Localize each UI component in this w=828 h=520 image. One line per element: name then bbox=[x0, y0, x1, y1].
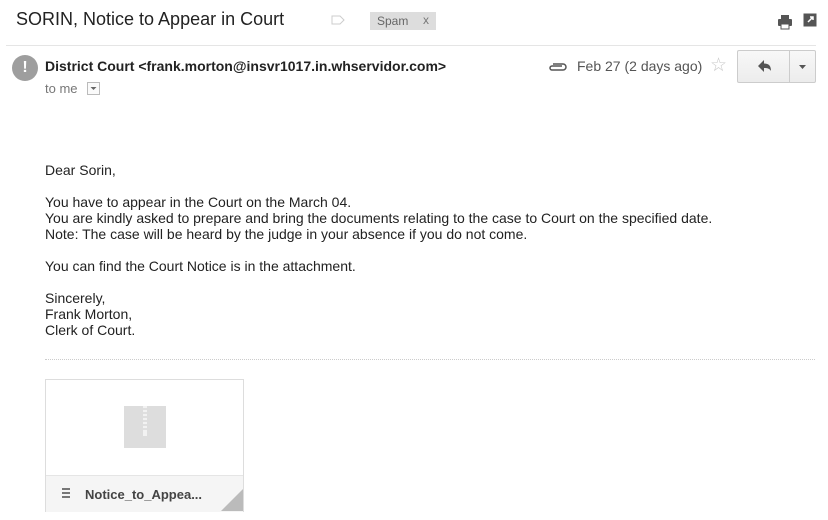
zip-file-icon bbox=[124, 406, 166, 448]
attachment-card[interactable]: Notice_to_Appea... bbox=[45, 379, 244, 512]
greeting-line: Dear Sorin, bbox=[45, 162, 116, 178]
recipient-text: to me bbox=[45, 81, 78, 96]
paperclip-icon bbox=[549, 63, 567, 71]
spam-label-chip: Spam x bbox=[370, 12, 436, 30]
remove-spam-label-button[interactable]: x bbox=[423, 13, 429, 27]
signature-line-3: Clerk of Court. bbox=[45, 322, 136, 338]
body-line-2: You are kindly asked to prepare and brin… bbox=[45, 210, 713, 226]
signature-line-1: Sincerely, bbox=[45, 290, 106, 306]
sender-name[interactable]: District Court <frank.morton@insvr1017.i… bbox=[45, 58, 446, 74]
attachments-divider bbox=[45, 359, 815, 360]
attachment-note-line: You can find the Court Notice is in the … bbox=[45, 258, 356, 274]
body-line-3: Note: The case will be heard by the judg… bbox=[45, 226, 528, 242]
label-tag-icon[interactable] bbox=[331, 15, 345, 25]
body-line-1: You have to appear in the Court on the M… bbox=[45, 194, 352, 210]
chevron-down-icon bbox=[799, 65, 806, 69]
signature-line-2: Frank Morton, bbox=[45, 306, 133, 322]
print-icon[interactable] bbox=[777, 14, 793, 30]
email-date: Feb 27 (2 days ago) bbox=[577, 58, 703, 74]
attachment-corner-fold bbox=[221, 489, 243, 511]
reply-button[interactable] bbox=[737, 50, 790, 83]
zip-type-icon bbox=[62, 488, 70, 498]
reply-arrow-icon bbox=[758, 60, 771, 72]
show-details-chevron-icon[interactable] bbox=[87, 82, 100, 95]
email-subject: SORIN, Notice to Appear in Court bbox=[16, 9, 285, 29]
more-actions-button[interactable] bbox=[789, 50, 816, 83]
sender-avatar: ! bbox=[12, 55, 38, 81]
header-divider bbox=[6, 45, 816, 46]
attachment-footer: Notice_to_Appea... bbox=[46, 475, 243, 512]
star-icon[interactable]: ☆ bbox=[710, 56, 727, 76]
new-window-icon[interactable] bbox=[803, 13, 817, 27]
spam-label-text: Spam bbox=[377, 14, 409, 28]
attachment-filename: Notice_to_Appea... bbox=[85, 487, 203, 502]
